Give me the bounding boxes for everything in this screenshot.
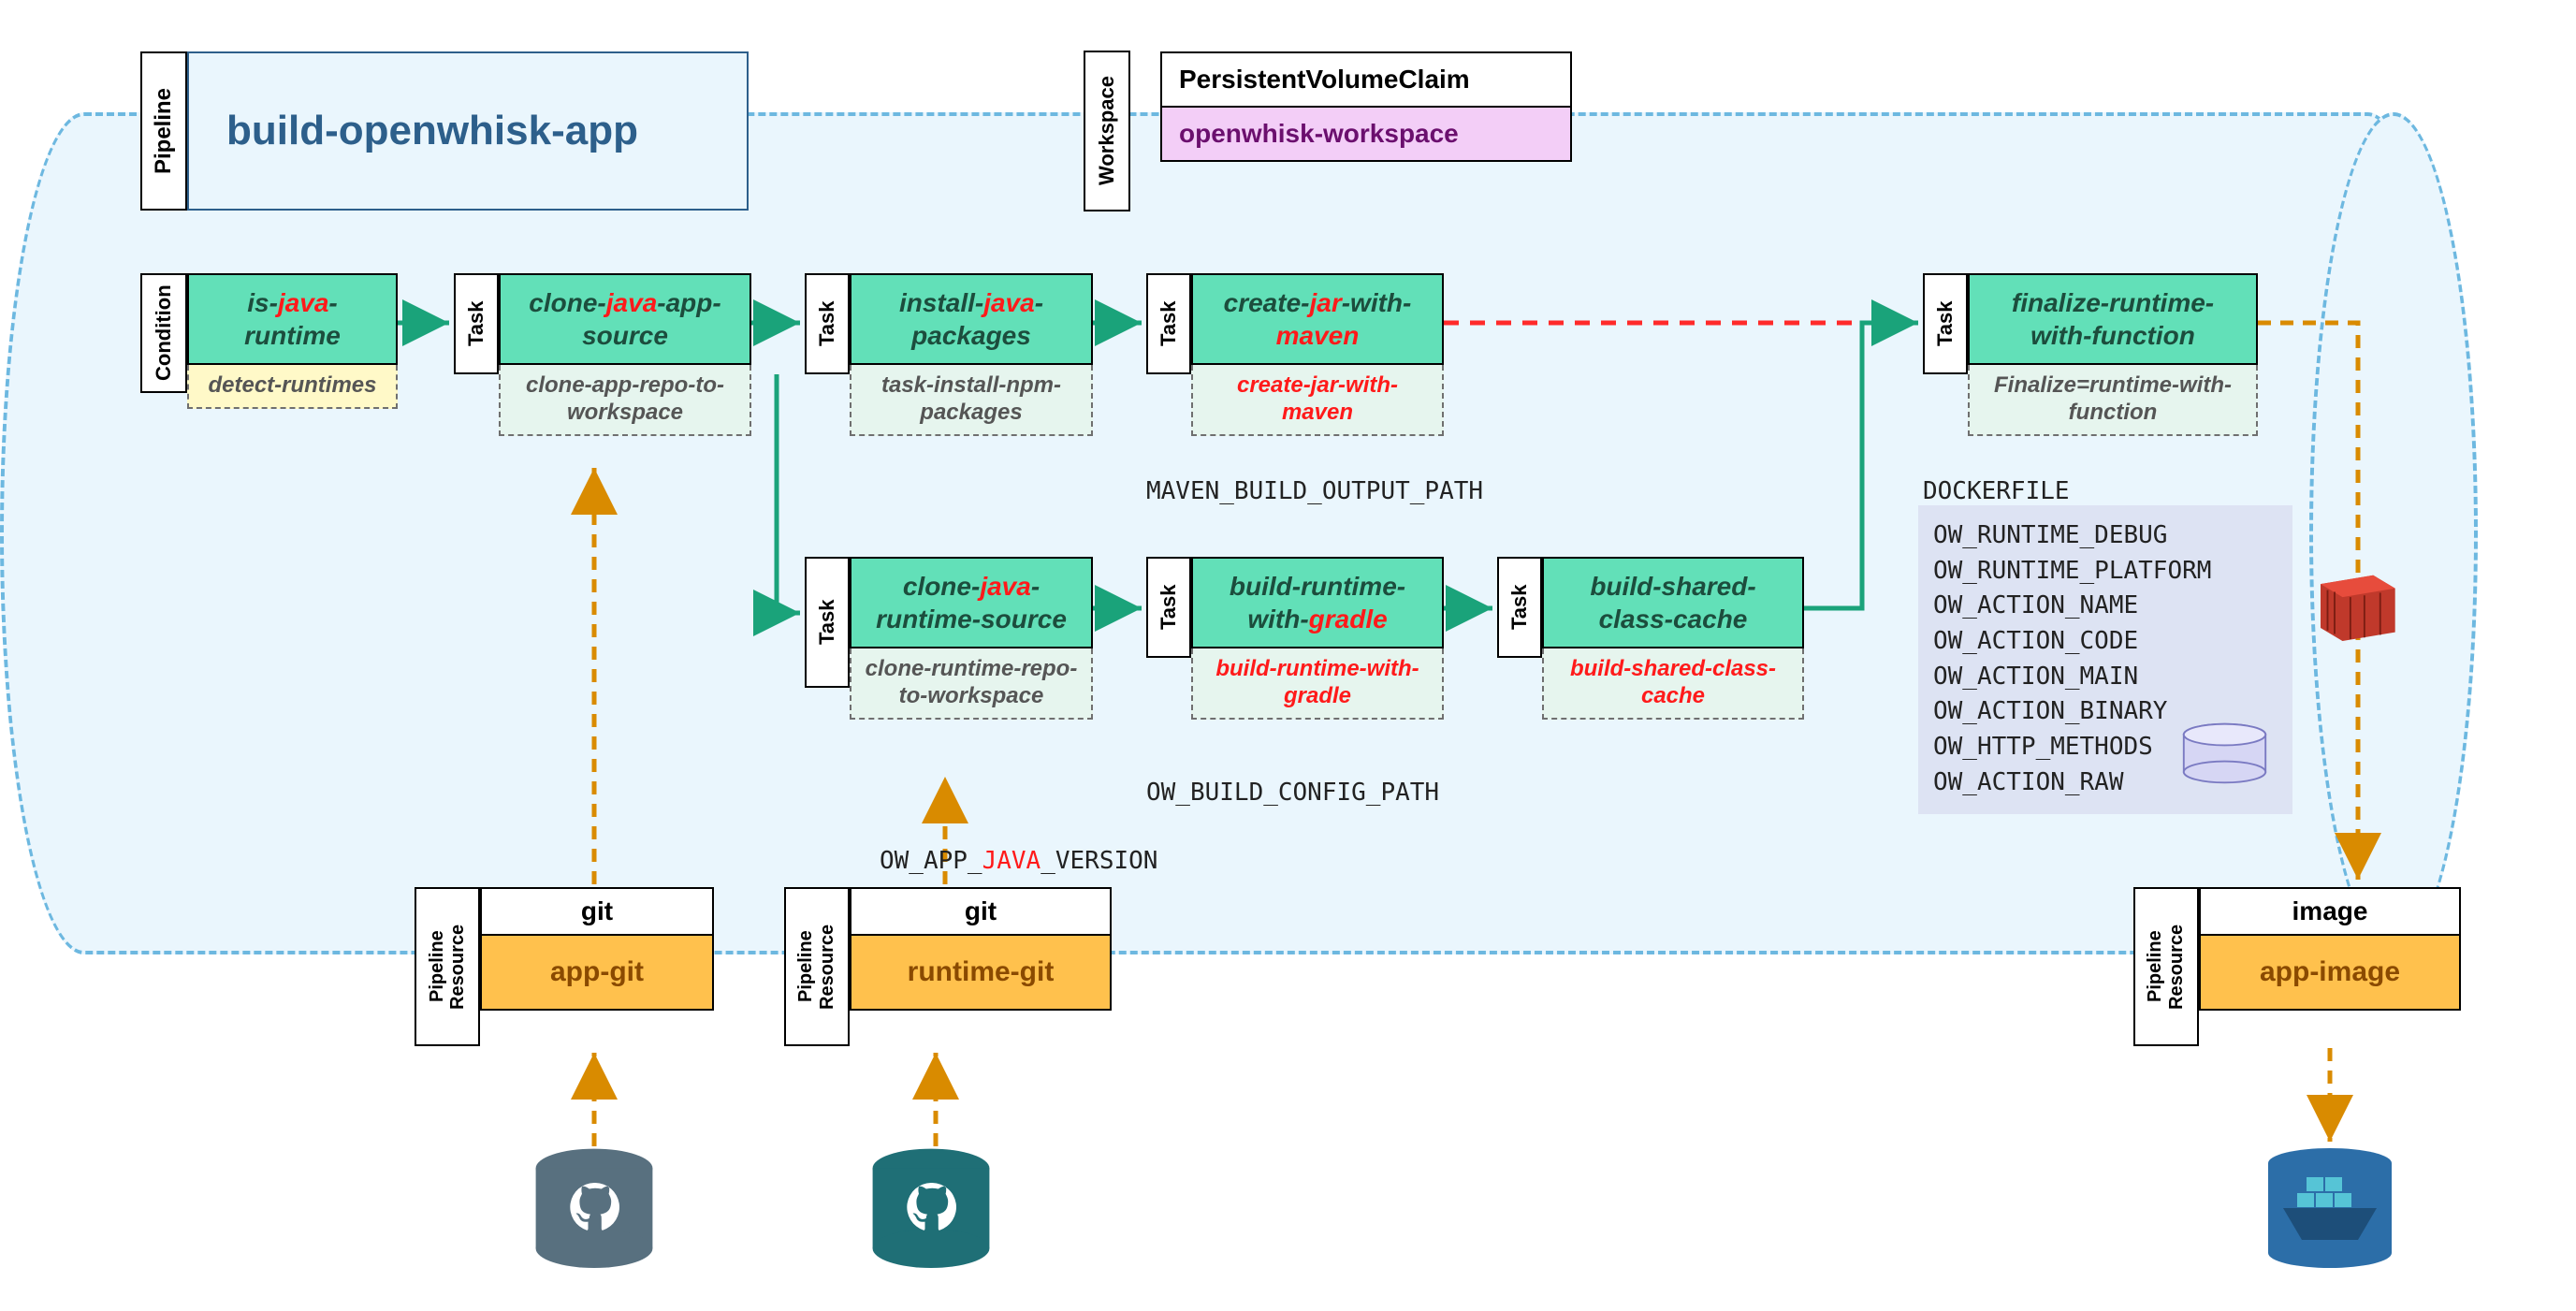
label-dockerfile: DOCKERFILE (1923, 477, 2070, 505)
task-create-jar: create-jar-with-maven create-jar-with-ma… (1191, 273, 1444, 436)
resource-app-git: git app-git (480, 887, 714, 1011)
task-cache-sub: build-shared-class-cache (1542, 648, 1804, 720)
env-row: OW_RUNTIME_PLATFORM (1933, 554, 2278, 590)
task-clone-app-head: clone-java-app-source (499, 273, 751, 365)
task-install-head: install-java-packages (850, 273, 1093, 365)
task-clone-app: clone-java-app-source clone-app-repo-to-… (499, 273, 751, 436)
task-clone-runtime-head: clone-java-runtime-source (850, 557, 1093, 648)
resource-runtime-git-name: runtime-git (850, 936, 1112, 1011)
task-label-clone-app: Task (454, 273, 499, 374)
resource-app-image-name: app-image (2199, 936, 2461, 1011)
env-row: OW_ACTION_NAME (1933, 589, 2278, 624)
task-gradle-head: build-runtime-with-gradle (1191, 557, 1444, 648)
condition-box: is-java-runtime detect-runtimes (187, 273, 398, 409)
label-maven-path: MAVEN_BUILD_OUTPUT_PATH (1146, 477, 1483, 505)
task-clone-runtime-sub: clone-runtime-repo-to-workspace (850, 648, 1093, 720)
task-label-cache: Task (1497, 557, 1542, 658)
condition-sub: detect-runtimes (187, 365, 398, 409)
workspace-side-label: Workspace (1084, 51, 1130, 211)
container-icon (2311, 571, 2400, 641)
task-label-jar: Task (1146, 273, 1191, 374)
task-install-sub: task-install-npm-packages (850, 365, 1093, 436)
label-app-java-version: OW_APP_JAVA_VERSION (880, 847, 1157, 875)
pipeline-cylinder-cap (2309, 112, 2478, 954)
task-jar-head: create-jar-with-maven (1191, 273, 1444, 365)
task-shared-cache: build-shared-class-cache build-shared-cl… (1542, 557, 1804, 720)
resource-label-app-git: Pipeline Resource (415, 887, 480, 1046)
resource-label-app-image: Pipeline Resource (2133, 887, 2199, 1046)
task-label-install: Task (805, 273, 850, 374)
task-clone-runtime: clone-java-runtime-source clone-runtime-… (850, 557, 1093, 720)
resource-app-image-type: image (2199, 887, 2461, 936)
volume-icon (2180, 721, 2269, 786)
task-gradle-sub: build-runtime-with-gradle (1191, 648, 1444, 720)
workspace-pvc: PersistentVolumeClaim (1160, 51, 1572, 108)
task-label-finalize: Task (1923, 273, 1968, 374)
task-label-clone-runtime: Task (805, 557, 850, 688)
env-row: OW_ACTION_MAIN (1933, 660, 2278, 695)
resource-app-image: image app-image (2199, 887, 2461, 1011)
resource-runtime-git: git runtime-git (850, 887, 1112, 1011)
github-icon-runtime (870, 1146, 992, 1268)
pipeline-side-label: Pipeline (140, 51, 187, 211)
resource-app-git-type: git (480, 887, 714, 936)
resource-app-git-name: app-git (480, 936, 714, 1011)
resource-label-runtime-git: Pipeline Resource (784, 887, 850, 1046)
label-build-config: OW_BUILD_CONFIG_PATH (1146, 779, 1439, 807)
pipeline-title-box: build-openwhisk-app (187, 51, 749, 211)
task-cache-head: build-shared-class-cache (1542, 557, 1804, 648)
task-finalize: finalize-runtime-with-function Finalize=… (1968, 273, 2258, 436)
condition-side-label: Condition (140, 273, 187, 393)
task-finalize-sub: Finalize=runtime-with-function (1968, 365, 2258, 436)
task-clone-app-sub: clone-app-repo-to-workspace (499, 365, 751, 436)
task-label-gradle: Task (1146, 557, 1191, 658)
task-install-packages: install-java-packages task-install-npm-p… (850, 273, 1093, 436)
task-finalize-head: finalize-runtime-with-function (1968, 273, 2258, 365)
workspace-box: PersistentVolumeClaim openwhisk-workspac… (1160, 51, 1572, 162)
resource-runtime-git-type: git (850, 887, 1112, 936)
task-build-gradle: build-runtime-with-gradle build-runtime-… (1191, 557, 1444, 720)
condition-head: is-java-runtime (187, 273, 398, 365)
github-icon-app (533, 1146, 655, 1268)
env-row: OW_RUNTIME_DEBUG (1933, 518, 2278, 554)
registry-icon (2264, 1146, 2395, 1277)
env-row: OW_ACTION_CODE (1933, 624, 2278, 660)
workspace-name: openwhisk-workspace (1160, 108, 1572, 162)
pipeline-title: build-openwhisk-app (226, 108, 638, 154)
task-jar-sub: create-jar-with-maven (1191, 365, 1444, 436)
